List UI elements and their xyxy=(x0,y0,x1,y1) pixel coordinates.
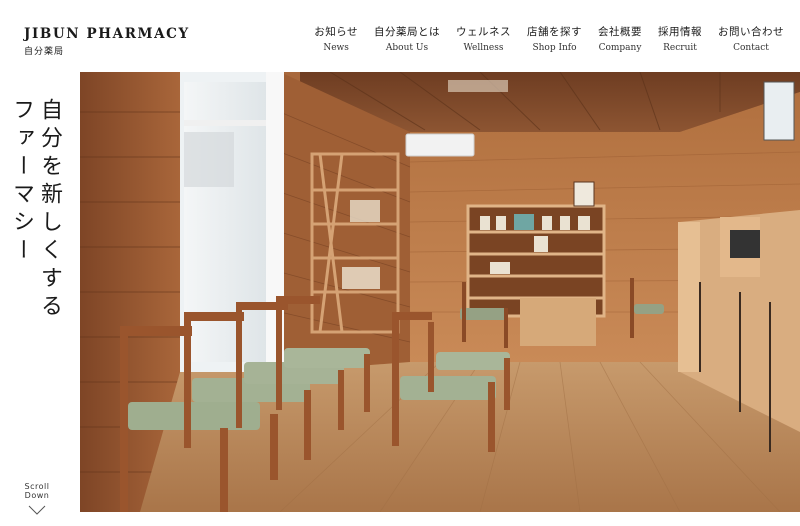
nav-label-en: News xyxy=(323,43,349,53)
nav-item-contact[interactable]: お問い合わせ Contact xyxy=(710,24,792,53)
logo-text-jp: 自分薬局 xyxy=(24,47,65,57)
nav-label-en: Contact xyxy=(733,43,769,53)
nav-label-en: About Us xyxy=(385,43,429,53)
nav-item-news[interactable]: お知らせ News xyxy=(306,24,366,53)
tagline-line-2: ファーマシー xyxy=(9,98,34,266)
hero-photo xyxy=(80,72,800,512)
logo-text-en: JIBUN PHARMACY xyxy=(24,26,190,42)
global-nav: お知らせ News 自分薬局とは About Us ウェルネス Wellness… xyxy=(306,24,792,53)
nav-label-en: Wellness xyxy=(463,43,504,53)
scroll-down-label: Scroll Down xyxy=(24,482,50,500)
nav-label-jp: 採用情報 xyxy=(658,26,702,38)
nav-label-jp: 店舗を探す xyxy=(527,26,582,38)
nav-label-en: Shop Info xyxy=(532,43,577,53)
nav-label-en: Company xyxy=(598,43,642,53)
nav-label-jp: 会社概要 xyxy=(598,26,642,38)
scroll-down-button[interactable]: Scroll Down xyxy=(12,482,62,519)
tagline-line-1: 自分を新しくする xyxy=(37,98,62,322)
chevron-down-icon xyxy=(28,505,46,515)
hero-tagline: 自分を新しくする ファーマシー xyxy=(9,98,62,322)
nav-item-about[interactable]: 自分薬局とは About Us xyxy=(366,24,448,53)
nav-item-wellness[interactable]: ウェルネス Wellness xyxy=(448,24,519,53)
nav-label-jp: お問い合わせ xyxy=(718,26,784,38)
nav-item-recruit[interactable]: 採用情報 Recruit xyxy=(650,24,710,53)
nav-item-shop-info[interactable]: 店舗を探す Shop Info xyxy=(519,24,590,53)
nav-label-jp: 自分薬局とは xyxy=(374,26,440,38)
site-logo[interactable]: JIBUN PHARMACY 自分薬局 xyxy=(24,26,190,57)
nav-label-jp: ウェルネス xyxy=(456,26,511,38)
nav-label-jp: お知らせ xyxy=(314,26,358,38)
nav-label-en: Recruit xyxy=(663,43,697,53)
pharmacy-interior-image xyxy=(80,72,800,512)
nav-item-company[interactable]: 会社概要 Company xyxy=(590,24,650,53)
